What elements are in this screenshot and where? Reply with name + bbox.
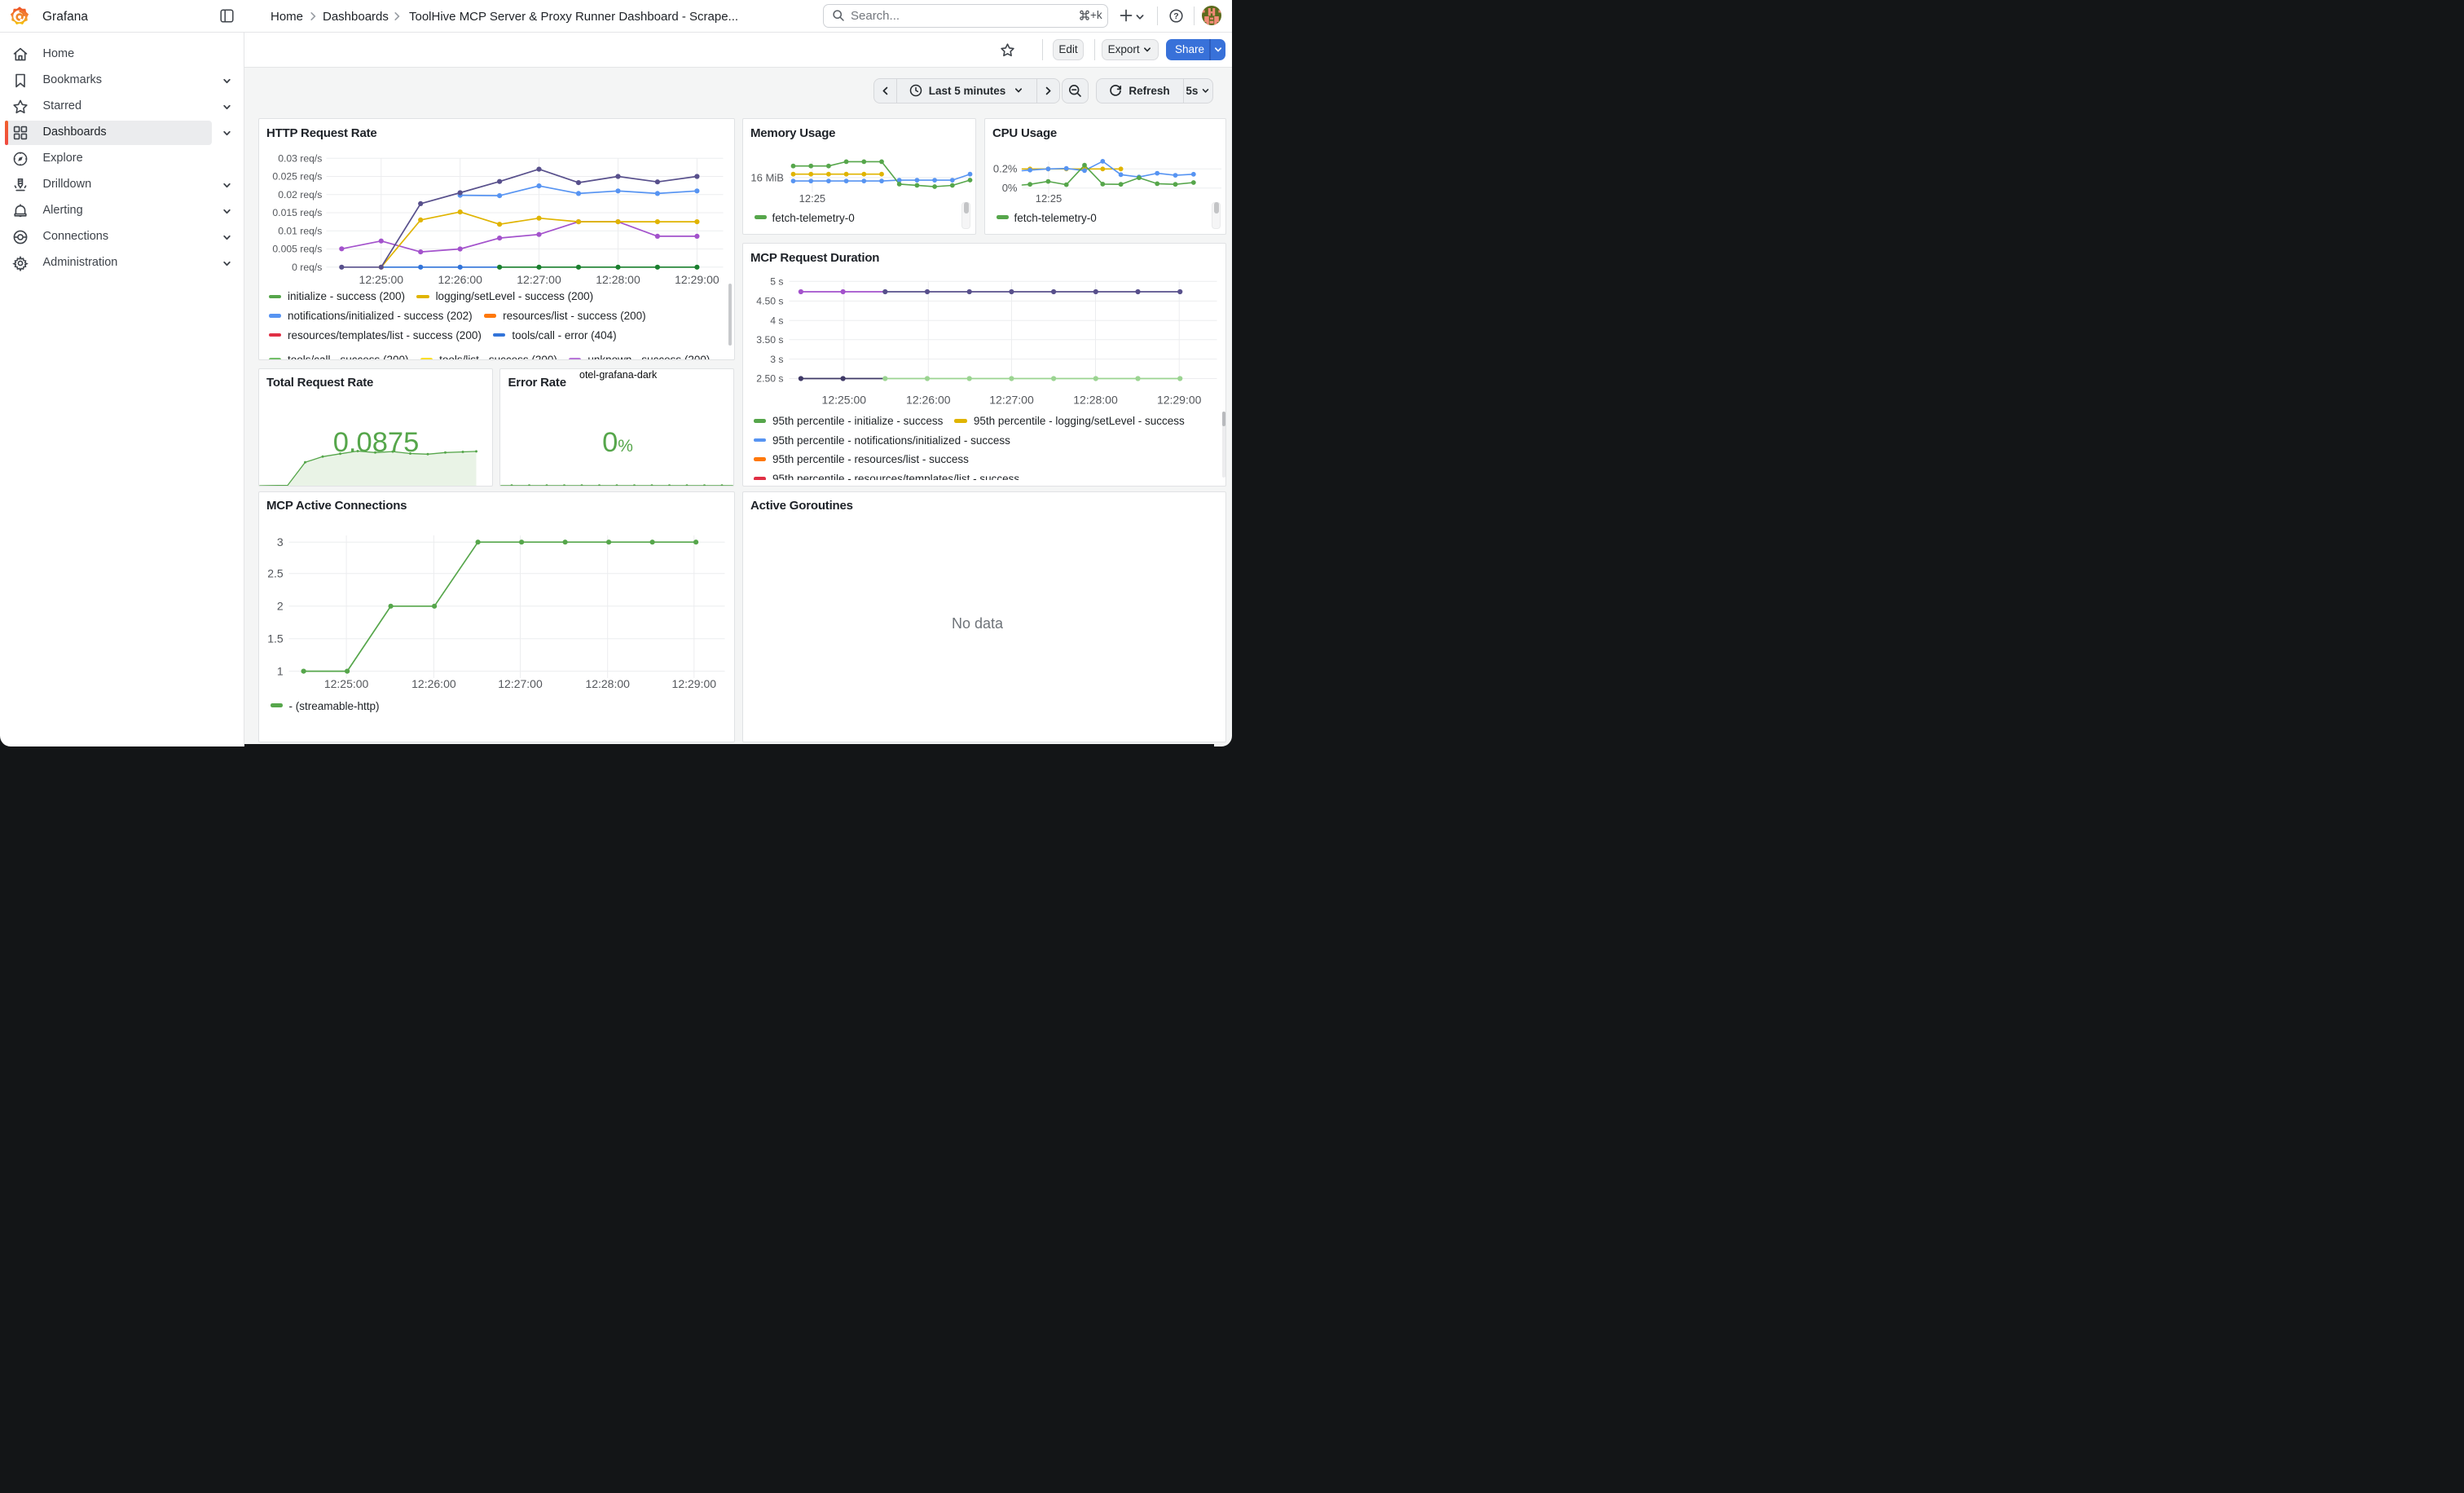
svg-text:12:29:00: 12:29:00	[671, 677, 716, 690]
svg-text:0.005 req/s: 0.005 req/s	[272, 244, 322, 255]
svg-text:4.50 s: 4.50 s	[756, 296, 783, 307]
svg-text:12:28:00: 12:28:00	[596, 273, 640, 286]
svg-text:4 s: 4 s	[770, 315, 783, 327]
svg-text:12:27:00: 12:27:00	[498, 677, 543, 690]
svg-text:5 s: 5 s	[770, 276, 783, 288]
svg-text:0.01 req/s: 0.01 req/s	[278, 225, 322, 236]
svg-text:12:25: 12:25	[1035, 192, 1062, 205]
svg-text:1: 1	[276, 664, 283, 677]
svg-text:0%: 0%	[1001, 182, 1017, 194]
svg-text:12:29:00: 12:29:00	[675, 273, 719, 286]
svg-text:?: ?	[1173, 11, 1178, 21]
svg-text:12:29:00: 12:29:00	[1156, 393, 1201, 406]
svg-text:2: 2	[276, 599, 283, 612]
svg-text:3: 3	[276, 535, 283, 548]
svg-text:12:25:00: 12:25:00	[821, 393, 866, 406]
svg-text:1.5: 1.5	[267, 632, 284, 645]
svg-text:12:27:00: 12:27:00	[517, 273, 561, 286]
svg-text:2.50 s: 2.50 s	[756, 373, 783, 385]
svg-text:12:25: 12:25	[799, 192, 825, 205]
svg-text:0.02 req/s: 0.02 req/s	[278, 189, 322, 200]
svg-text:0.025 req/s: 0.025 req/s	[272, 171, 322, 183]
svg-text:0 req/s: 0 req/s	[292, 262, 322, 273]
svg-text:3 s: 3 s	[770, 354, 783, 365]
svg-text:0.2%: 0.2%	[992, 163, 1017, 175]
svg-text:12:28:00: 12:28:00	[1073, 393, 1118, 406]
svg-text:12:28:00: 12:28:00	[585, 677, 630, 690]
svg-text:12:27:00: 12:27:00	[989, 393, 1034, 406]
svg-text:3.50 s: 3.50 s	[756, 334, 783, 346]
svg-text:0.03 req/s: 0.03 req/s	[278, 153, 322, 165]
svg-text:2.5: 2.5	[267, 566, 284, 579]
svg-text:12:25:00: 12:25:00	[323, 677, 368, 690]
svg-text:12:25:00: 12:25:00	[359, 273, 403, 286]
svg-text:16 MiB: 16 MiB	[750, 172, 783, 184]
svg-text:12:26:00: 12:26:00	[906, 393, 951, 406]
svg-text:12:26:00: 12:26:00	[411, 677, 456, 690]
svg-text:0.015 req/s: 0.015 req/s	[272, 207, 322, 218]
svg-text:12:26:00: 12:26:00	[438, 273, 482, 286]
